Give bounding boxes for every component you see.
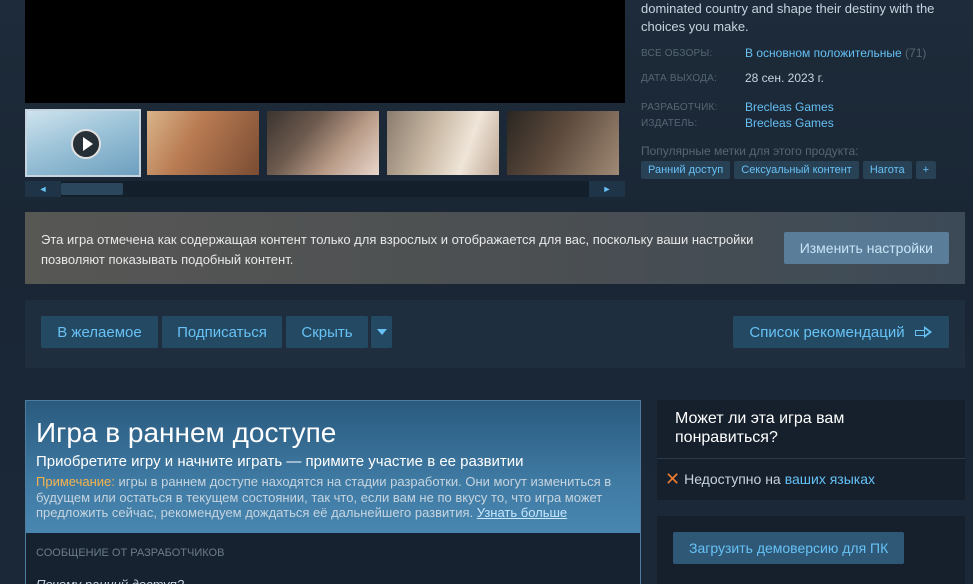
follow-button[interactable]: Подписаться	[162, 316, 282, 348]
tag-nudity[interactable]: Нагота	[862, 161, 912, 179]
thumbnail-video[interactable]	[25, 109, 141, 177]
play-icon	[71, 129, 101, 159]
release-date-label: ДАТА ВЫХОДА:	[641, 73, 717, 84]
publisher-link[interactable]: Brecleas Games	[745, 116, 834, 130]
early-access-subtitle: Приобретите игру и начните играть — прим…	[36, 453, 524, 470]
thumbnail-image	[267, 111, 379, 175]
early-access-header: Игра в раннем доступе Приобретите игру и…	[26, 401, 640, 533]
relevance-panel: Может ли эта игра вам понравиться? ✕ Нед…	[657, 400, 965, 500]
discovery-queue-label: Список рекомендаций	[749, 323, 905, 341]
tag-more-button[interactable]: +	[915, 161, 937, 179]
thumbnail-screenshot[interactable]	[385, 109, 501, 177]
reviews-row: ВСЕ ОБЗОРЫ: В основном положительные (71…	[641, 46, 926, 60]
developer-row: РАЗРАБОТЧИК: Brecleas Games	[641, 100, 834, 114]
reviews-label: ВСЕ ОБЗОРЫ:	[641, 48, 713, 59]
ignore-button[interactable]: Скрыть	[286, 316, 368, 348]
game-description: dominated country and shape their destin…	[641, 1, 935, 34]
video-player[interactable]	[25, 0, 625, 103]
release-date-value: 28 сен. 2023 г.	[745, 71, 824, 85]
download-demo-button[interactable]: Загрузить демоверсию для ПК	[673, 532, 905, 564]
early-access-note: Примечание: игры в раннем доступе находя…	[36, 474, 630, 521]
release-date-row: ДАТА ВЫХОДА: 28 сен. 2023 г.	[641, 71, 824, 85]
tags-list: Ранний доступ Сексуальный контент Нагота…	[641, 161, 937, 179]
note-label: Примечание:	[36, 474, 115, 489]
thumbnail-screenshot[interactable]	[145, 109, 261, 177]
arrow-right-icon	[914, 326, 933, 338]
thumbnail-screenshot[interactable]	[265, 109, 381, 177]
thumbnail-image	[387, 111, 499, 175]
reviews-summary-link[interactable]: В основном положительные	[745, 46, 902, 60]
publisher-row: ИЗДАТЕЛЬ: Brecleas Games	[641, 116, 834, 130]
ignore-dropdown-chevron-down-icon[interactable]	[371, 316, 392, 348]
your-languages-link[interactable]: ваших языках	[785, 471, 875, 487]
tags-label: Популярные метки для этого продукта:	[641, 144, 859, 158]
x-icon: ✕	[665, 469, 681, 489]
thumbnail-screenshot[interactable]	[505, 109, 621, 177]
scrollbar-handle[interactable]	[61, 183, 123, 195]
developer-link[interactable]: Brecleas Games	[745, 100, 834, 114]
thumbnail-scrollbar[interactable]: ◄ ►	[25, 181, 625, 197]
developer-label: РАЗРАБОТЧИК:	[641, 102, 718, 113]
add-to-wishlist-button[interactable]: В желаемое	[41, 316, 158, 348]
divider	[657, 458, 965, 459]
relevance-title: Может ли эта игра вам понравиться?	[675, 410, 845, 446]
developer-message-heading: СООБЩЕНИЕ ОТ РАЗРАБОТЧИКОВ	[36, 547, 225, 559]
unavailable-text: Недоступно на	[684, 471, 781, 487]
thumbnail-image	[147, 111, 259, 175]
tag-early-access[interactable]: Ранний доступ	[641, 161, 731, 179]
mature-content-notice: Эта игра отмечена как содержащая контент…	[25, 212, 965, 284]
discovery-queue-button[interactable]: Список рекомендаций	[733, 316, 949, 348]
game-actions-bar: В желаемое Подписаться Скрыть Список рек…	[25, 300, 965, 368]
demo-panel: Загрузить демоверсию для ПК	[657, 516, 965, 584]
game-info-column: dominated country and shape their destin…	[641, 0, 951, 179]
language-unavailable-notice: ✕ Недоступно на ваших языках	[665, 469, 875, 489]
thumbnail-image	[507, 111, 619, 175]
tag-sexual-content[interactable]: Сексуальный контент	[734, 161, 859, 179]
scroll-left-arrow-icon[interactable]: ◄	[25, 181, 61, 197]
screenshot-strip	[25, 109, 625, 177]
reviews-count: (71)	[905, 46, 927, 60]
scroll-right-arrow-icon[interactable]: ►	[589, 181, 625, 197]
learn-more-link[interactable]: Узнать больше	[477, 505, 567, 520]
publisher-label: ИЗДАТЕЛЬ:	[641, 118, 698, 129]
early-access-box: Игра в раннем доступе Приобретите игру и…	[25, 400, 641, 584]
why-early-access-heading: Почему ранний доступ?	[26, 559, 640, 584]
early-access-title: Игра в раннем доступе	[36, 417, 337, 448]
mature-notice-text: Эта игра отмечена как содержащая контент…	[41, 232, 754, 267]
change-settings-button[interactable]: Изменить настройки	[783, 232, 949, 264]
